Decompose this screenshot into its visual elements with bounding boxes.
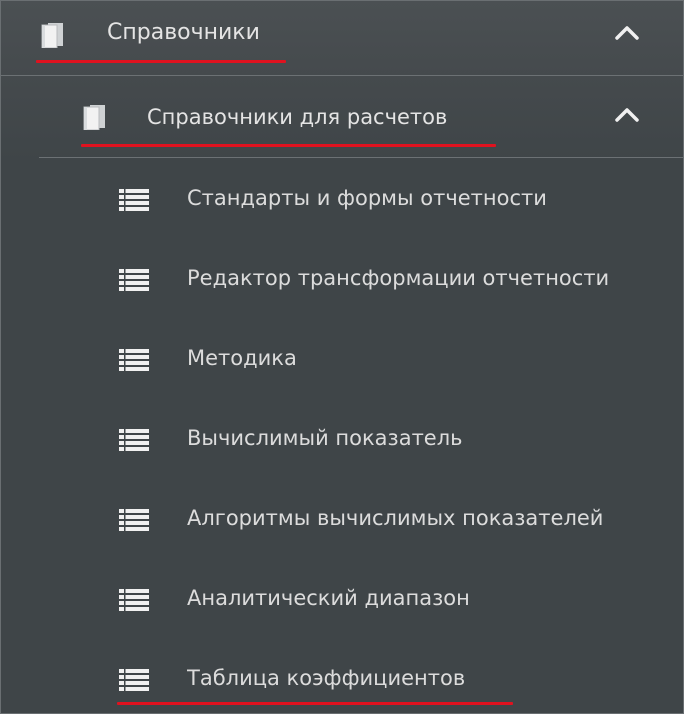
divider [1, 75, 683, 76]
tree-item-computed-indicator[interactable]: Вычислимый показатель [1, 401, 683, 481]
list-icon [119, 509, 149, 531]
tree-item-indicator-algorithms[interactable]: Алгоритмы вычислимых показателей [1, 481, 683, 561]
chevron-up-icon[interactable] [614, 23, 640, 43]
tree-item-label: Редактор трансформации отчетности [187, 266, 610, 290]
tree-section-handbooks[interactable]: Справочники [1, 1, 683, 75]
tree-item-label: Аналитический диапазон [187, 586, 470, 610]
navigation-tree-panel: Справочники Справочники для расчетов Ста… [0, 0, 684, 714]
highlight-underline [81, 144, 496, 147]
subsection-label[interactable]: Справочники для расчетов [147, 105, 447, 129]
list-icon [119, 589, 149, 611]
list-icon [119, 269, 149, 291]
tree-item-label: Стандарты и формы отчетности [187, 186, 547, 210]
tree-item-label: Алгоритмы вычислимых показателей [187, 506, 604, 530]
list-icon [119, 349, 149, 371]
divider [39, 157, 683, 158]
book-icon [39, 22, 65, 48]
list-icon [119, 189, 149, 211]
tree-item-analytic-range[interactable]: Аналитический диапазон [1, 561, 683, 641]
tree-item-reporting-standards[interactable]: Стандарты и формы отчетности [1, 161, 683, 241]
tree-item-label: Вычислимый показатель [187, 426, 463, 450]
tree-item-methodology[interactable]: Методика [1, 321, 683, 401]
tree-item-transformation-editor[interactable]: Редактор трансформации отчетности [1, 241, 683, 321]
highlight-underline [117, 702, 513, 705]
list-icon [119, 669, 149, 691]
list-icon [119, 429, 149, 451]
tree-item-label: Методика [187, 346, 297, 370]
book-icon [81, 104, 107, 130]
tree-item-label: Таблица коэффициентов [187, 666, 466, 690]
section-label: Справочники [107, 20, 260, 45]
chevron-up-icon[interactable] [614, 105, 640, 125]
highlight-underline [36, 60, 286, 63]
